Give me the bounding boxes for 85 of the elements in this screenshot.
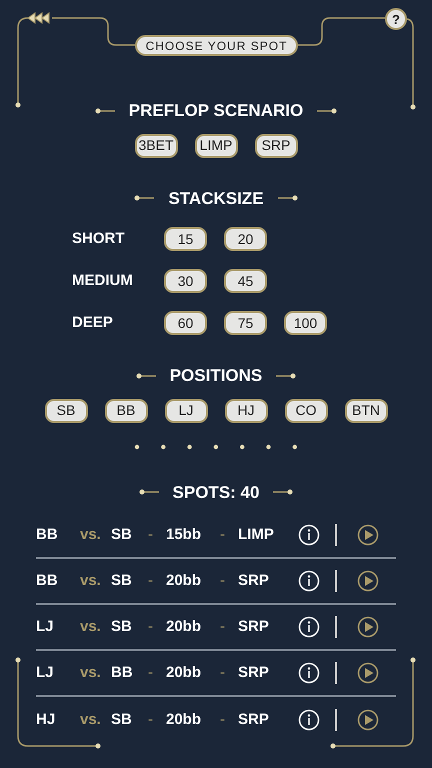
stack-option[interactable]: 100 — [284, 311, 327, 335]
separator: - — [148, 710, 154, 730]
play-icon[interactable] — [357, 662, 379, 684]
scenario-label: LIMP — [238, 524, 275, 545]
stack-size: 20bb — [166, 616, 202, 637]
position-option[interactable]: CO — [284, 398, 328, 422]
help-button[interactable]: ? — [385, 8, 407, 30]
separator: - — [220, 662, 226, 683]
stack-option[interactable]: 60 — [164, 311, 207, 335]
scenario-label: SRP — [238, 570, 270, 591]
versus-label: vs. — [80, 616, 102, 637]
leader-line — [276, 372, 296, 379]
position-option[interactable]: BB — [104, 398, 148, 422]
leader-line — [273, 489, 294, 496]
info-icon[interactable] — [298, 662, 320, 684]
separator: - — [220, 524, 226, 545]
info-icon[interactable] — [298, 709, 320, 731]
versus-label: vs. — [80, 524, 102, 545]
villain-position: SB — [111, 570, 133, 591]
villain-position: SB — [111, 710, 133, 730]
versus-label: vs. — [80, 662, 102, 683]
scenario-label: SRP — [238, 616, 270, 637]
separator: - — [148, 524, 154, 545]
back-button[interactable] — [26, 11, 52, 25]
stack-size: 20bb — [166, 662, 202, 683]
leader-line — [317, 108, 338, 114]
play-icon[interactable] — [357, 570, 379, 592]
separator: - — [220, 616, 226, 637]
spot-row[interactable]: LJ vs. SB - 20bb - SRP — [36, 605, 396, 651]
leader-line — [134, 195, 154, 202]
play-icon[interactable] — [357, 524, 379, 546]
title-label: CHOOSE YOUR SPOT — [135, 35, 298, 56]
section-title: SPOTS: 40 — [172, 482, 260, 504]
separator: - — [148, 570, 154, 591]
scenario-option[interactable]: 3BET — [134, 134, 178, 158]
stack-size: 20bb — [166, 710, 202, 730]
spot-row[interactable]: HJ vs. SB - 20bb - SRP — [36, 697, 396, 743]
villain-position: SB — [111, 524, 133, 545]
section-title: PREFLOP SCENARIO — [128, 100, 304, 122]
section-title: STACKSIZE — [168, 188, 264, 210]
section-title: POSITIONS — [170, 365, 262, 387]
hero-position: BB — [36, 570, 59, 591]
separator: - — [220, 570, 226, 591]
hero-position: BB — [36, 524, 59, 545]
leader-line — [136, 372, 156, 379]
position-option[interactable]: HJ — [224, 398, 268, 422]
stack-option[interactable]: 15 — [164, 227, 207, 251]
stack-option[interactable]: 45 — [224, 269, 267, 293]
versus-label: vs. — [80, 710, 102, 730]
villain-position: BB — [111, 662, 134, 683]
villain-position: SB — [111, 616, 133, 637]
stack-option[interactable]: 30 — [164, 269, 207, 293]
leader-line — [94, 108, 115, 114]
play-icon[interactable] — [357, 709, 379, 731]
info-icon[interactable] — [298, 524, 320, 546]
separator: - — [148, 662, 154, 683]
spot-row[interactable]: LJ vs. BB - 20bb - SRP — [36, 651, 396, 697]
stack-size: 20bb — [166, 570, 202, 591]
leader-line — [138, 489, 159, 496]
play-icon[interactable] — [357, 616, 379, 638]
stack-label: DEEP — [71, 312, 114, 333]
separator: - — [148, 616, 154, 637]
position-option[interactable]: BTN — [344, 398, 388, 422]
stack-size: 15bb — [166, 524, 202, 545]
stack-option[interactable]: 75 — [224, 311, 267, 335]
info-icon[interactable] — [298, 570, 320, 592]
hero-position: HJ — [36, 710, 56, 730]
spot-row[interactable]: BB vs. SB - 20bb - SRP — [36, 559, 396, 605]
spot-row[interactable]: BB vs. SB - 15bb - LIMP — [36, 513, 396, 559]
versus-label: vs. — [80, 570, 102, 591]
position-option[interactable]: SB — [44, 398, 88, 422]
info-icon[interactable] — [298, 616, 320, 638]
scenario-label: SRP — [238, 710, 270, 730]
stack-option[interactable]: 20 — [224, 227, 267, 251]
position-option[interactable]: LJ — [164, 398, 208, 422]
scenario-option[interactable]: SRP — [254, 134, 298, 158]
scenario-label: SRP — [238, 662, 270, 683]
separator: - — [220, 710, 226, 730]
hero-position: LJ — [36, 616, 55, 637]
back-arrows-icon — [26, 11, 52, 25]
hero-position: LJ — [36, 662, 55, 683]
leader-line — [278, 195, 298, 202]
scenario-option[interactable]: LIMP — [194, 134, 238, 158]
stack-label: SHORT — [71, 228, 126, 249]
stack-label: MEDIUM — [71, 270, 134, 291]
